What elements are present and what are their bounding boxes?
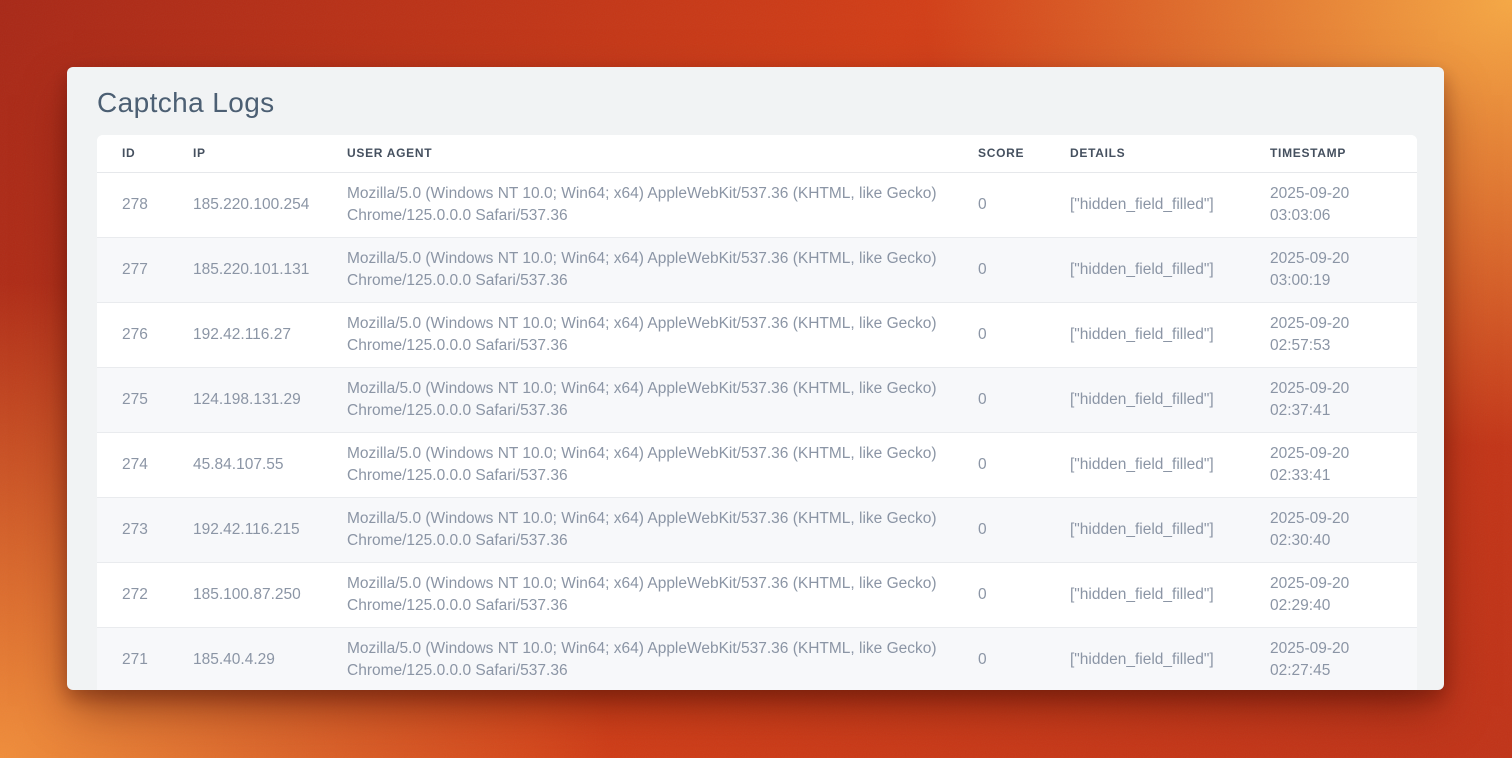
cell-details: ["hidden_field_filled"] <box>1070 562 1270 627</box>
cell-timestamp: 2025-09-20 02:37:41 <box>1270 367 1417 432</box>
cell-score: 0 <box>978 562 1070 627</box>
cell-timestamp: 2025-09-20 02:30:40 <box>1270 497 1417 562</box>
cell-id: 273 <box>97 497 193 562</box>
cell-user-agent: Mozilla/5.0 (Windows NT 10.0; Win64; x64… <box>347 562 978 627</box>
table-row: 277 185.220.101.131 Mozilla/5.0 (Windows… <box>97 237 1417 302</box>
cell-user-agent: Mozilla/5.0 (Windows NT 10.0; Win64; x64… <box>347 237 978 302</box>
table-row: 271 185.40.4.29 Mozilla/5.0 (Windows NT … <box>97 627 1417 690</box>
cell-id: 272 <box>97 562 193 627</box>
cell-timestamp: 2025-09-20 02:29:40 <box>1270 562 1417 627</box>
cell-score: 0 <box>978 302 1070 367</box>
column-header-timestamp: TIMESTAMP <box>1270 135 1417 172</box>
table-row: 276 192.42.116.27 Mozilla/5.0 (Windows N… <box>97 302 1417 367</box>
cell-id: 274 <box>97 432 193 497</box>
cell-details: ["hidden_field_filled"] <box>1070 302 1270 367</box>
cell-score: 0 <box>978 497 1070 562</box>
table-row: 275 124.198.131.29 Mozilla/5.0 (Windows … <box>97 367 1417 432</box>
table-body: 278 185.220.100.254 Mozilla/5.0 (Windows… <box>97 172 1417 690</box>
cell-timestamp: 2025-09-20 02:27:45 <box>1270 627 1417 690</box>
table-row: 273 192.42.116.215 Mozilla/5.0 (Windows … <box>97 497 1417 562</box>
cell-ip: 192.42.116.215 <box>193 497 347 562</box>
cell-timestamp: 2025-09-20 03:00:19 <box>1270 237 1417 302</box>
captcha-logs-table: ID IP USER AGENT SCORE DETAILS TIMESTAMP… <box>97 135 1417 690</box>
cell-ip: 45.84.107.55 <box>193 432 347 497</box>
cell-ip: 192.42.116.27 <box>193 302 347 367</box>
cell-timestamp: 2025-09-20 02:57:53 <box>1270 302 1417 367</box>
cell-details: ["hidden_field_filled"] <box>1070 497 1270 562</box>
cell-score: 0 <box>978 367 1070 432</box>
column-header-details: DETAILS <box>1070 135 1270 172</box>
cell-score: 0 <box>978 432 1070 497</box>
cell-details: ["hidden_field_filled"] <box>1070 237 1270 302</box>
cell-user-agent: Mozilla/5.0 (Windows NT 10.0; Win64; x64… <box>347 302 978 367</box>
cell-ip: 124.198.131.29 <box>193 367 347 432</box>
cell-details: ["hidden_field_filled"] <box>1070 172 1270 237</box>
cell-score: 0 <box>978 627 1070 690</box>
cell-timestamp: 2025-09-20 02:33:41 <box>1270 432 1417 497</box>
cell-ip: 185.220.101.131 <box>193 237 347 302</box>
table-row: 272 185.100.87.250 Mozilla/5.0 (Windows … <box>97 562 1417 627</box>
cell-ip: 185.100.87.250 <box>193 562 347 627</box>
table-row: 278 185.220.100.254 Mozilla/5.0 (Windows… <box>97 172 1417 237</box>
cell-ip: 185.220.100.254 <box>193 172 347 237</box>
cell-user-agent: Mozilla/5.0 (Windows NT 10.0; Win64; x64… <box>347 627 978 690</box>
cell-id: 278 <box>97 172 193 237</box>
page-title: Captcha Logs <box>97 87 1417 119</box>
cell-score: 0 <box>978 172 1070 237</box>
table-row: 274 45.84.107.55 Mozilla/5.0 (Windows NT… <box>97 432 1417 497</box>
cell-score: 0 <box>978 237 1070 302</box>
cell-ip: 185.40.4.29 <box>193 627 347 690</box>
cell-details: ["hidden_field_filled"] <box>1070 432 1270 497</box>
cell-user-agent: Mozilla/5.0 (Windows NT 10.0; Win64; x64… <box>347 172 978 237</box>
cell-user-agent: Mozilla/5.0 (Windows NT 10.0; Win64; x64… <box>347 367 978 432</box>
cell-details: ["hidden_field_filled"] <box>1070 367 1270 432</box>
captcha-logs-card: Captcha Logs ID IP USER AGENT SCORE DETA… <box>67 67 1444 690</box>
cell-id: 277 <box>97 237 193 302</box>
column-header-score: SCORE <box>978 135 1070 172</box>
cell-id: 271 <box>97 627 193 690</box>
cell-id: 276 <box>97 302 193 367</box>
column-header-ip: IP <box>193 135 347 172</box>
cell-details: ["hidden_field_filled"] <box>1070 627 1270 690</box>
column-header-id: ID <box>97 135 193 172</box>
cell-id: 275 <box>97 367 193 432</box>
column-header-user-agent: USER AGENT <box>347 135 978 172</box>
cell-user-agent: Mozilla/5.0 (Windows NT 10.0; Win64; x64… <box>347 497 978 562</box>
cell-user-agent: Mozilla/5.0 (Windows NT 10.0; Win64; x64… <box>347 432 978 497</box>
table-header: ID IP USER AGENT SCORE DETAILS TIMESTAMP <box>97 135 1417 172</box>
cell-timestamp: 2025-09-20 03:03:06 <box>1270 172 1417 237</box>
